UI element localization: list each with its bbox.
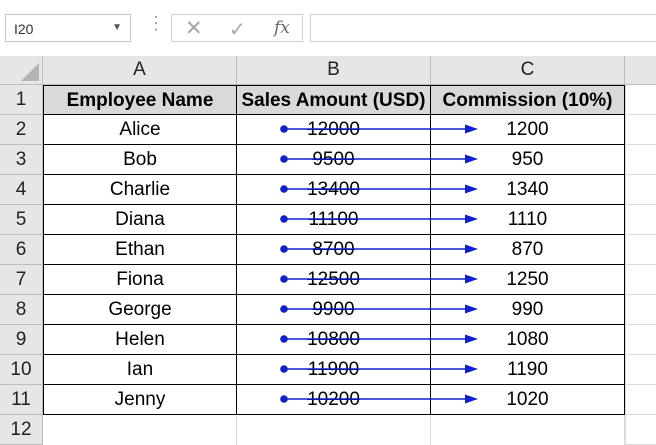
gridline [626, 414, 656, 415]
name-box[interactable]: I20 ▼ [5, 14, 131, 42]
formula-bar: I20 ▼ ⋮ ✕ ✓ fx [0, 0, 656, 56]
gridline [236, 415, 237, 445]
header-sales-amount[interactable]: Sales Amount (USD) [237, 85, 431, 115]
insert-function-icon[interactable]: fx [274, 18, 290, 38]
gridline [626, 324, 656, 325]
row-header-9[interactable]: 9 [0, 325, 43, 355]
header-employee-name[interactable]: Employee Name [43, 85, 237, 115]
cell-commission[interactable]: 1200 [431, 115, 625, 145]
cell-commission[interactable]: 1080 [431, 325, 625, 355]
cell-sales-amount[interactable]: 10200 [237, 385, 431, 415]
column-header-extra[interactable] [625, 56, 656, 85]
cell-commission[interactable]: 950 [431, 145, 625, 175]
cell-employee-name[interactable]: Charlie [43, 175, 237, 205]
cell-commission[interactable]: 1110 [431, 205, 625, 235]
name-box-value: I20 [14, 21, 34, 37]
row-header-5[interactable]: 5 [0, 205, 43, 235]
row-header-12[interactable]: 12 [0, 415, 43, 445]
formula-buttons: ✕ ✓ fx [171, 14, 303, 42]
cell-employee-name[interactable]: Helen [43, 325, 237, 355]
cell-sales-amount[interactable]: 10800 [237, 325, 431, 355]
cell-commission[interactable]: 1020 [431, 385, 625, 415]
enter-icon[interactable]: ✓ [229, 17, 246, 42]
gridline [626, 174, 656, 175]
gridline [626, 204, 656, 205]
gridline [626, 114, 656, 115]
cell-commission[interactable]: 1190 [431, 355, 625, 385]
cell-employee-name[interactable]: George [43, 295, 237, 325]
gridline [626, 234, 656, 235]
chevron-down-icon[interactable]: ▼ [112, 22, 122, 33]
cell-sales-amount[interactable]: 11900 [237, 355, 431, 385]
cell-employee-name[interactable]: Ian [43, 355, 237, 385]
cell-employee-name[interactable]: Diana [43, 205, 237, 235]
row-header-2[interactable]: 2 [0, 115, 43, 145]
cell-sales-amount[interactable]: 8700 [237, 235, 431, 265]
cell-sales-amount[interactable]: 9900 [237, 295, 431, 325]
cell-employee-name[interactable]: Jenny [43, 385, 237, 415]
cell-commission[interactable]: 990 [431, 295, 625, 325]
cell-sales-amount[interactable]: 9500 [237, 145, 431, 175]
gridline [626, 384, 656, 385]
cell-employee-name[interactable]: Bob [43, 145, 237, 175]
cell-commission[interactable]: 1340 [431, 175, 625, 205]
row-header-4[interactable]: 4 [0, 175, 43, 205]
column-header-a[interactable]: A [43, 56, 237, 85]
cell-sales-amount[interactable]: 12000 [237, 115, 431, 145]
cell-employee-name[interactable]: Fiona [43, 265, 237, 295]
cancel-icon[interactable]: ✕ [185, 16, 203, 41]
gridline [624, 415, 625, 445]
gridline [626, 294, 656, 295]
row-header-1[interactable]: 1 [0, 85, 43, 115]
select-all-button[interactable] [0, 56, 43, 85]
cell-sales-amount[interactable]: 12500 [237, 265, 431, 295]
row-header-11[interactable]: 11 [0, 385, 43, 415]
select-all-triangle-icon [21, 63, 39, 81]
formula-input[interactable] [310, 14, 656, 42]
cell-employee-name[interactable]: Ethan [43, 235, 237, 265]
gridline [625, 85, 626, 445]
gridline [626, 264, 656, 265]
column-header-c[interactable]: C [431, 56, 625, 85]
gridline [430, 415, 431, 445]
cell-commission[interactable]: 1250 [431, 265, 625, 295]
cell-sales-amount[interactable]: 13400 [237, 175, 431, 205]
row-header-7[interactable]: 7 [0, 265, 43, 295]
row-header-6[interactable]: 6 [0, 235, 43, 265]
cell-employee-name[interactable]: Alice [43, 115, 237, 145]
row-header-3[interactable]: 3 [0, 145, 43, 175]
gridline [626, 354, 656, 355]
drag-handle-icon[interactable]: ⋮ [147, 13, 165, 34]
cell-sales-amount[interactable]: 11100 [237, 205, 431, 235]
column-header-b[interactable]: B [237, 56, 431, 85]
cell-commission[interactable]: 870 [431, 235, 625, 265]
header-commission[interactable]: Commission (10%) [431, 85, 625, 115]
row-header-10[interactable]: 10 [0, 355, 43, 385]
gridline [626, 144, 656, 145]
row-header-8[interactable]: 8 [0, 295, 43, 325]
